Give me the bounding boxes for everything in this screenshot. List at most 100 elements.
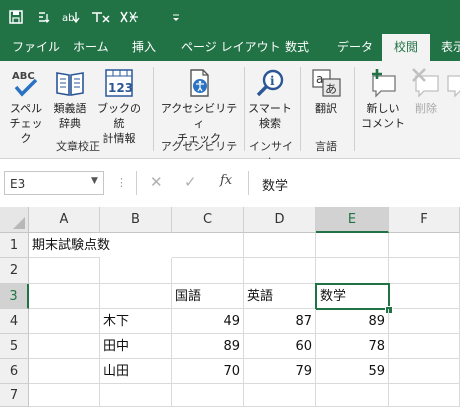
tab-home[interactable]: ホーム (73, 34, 109, 61)
row-header-6[interactable]: 6 (0, 359, 29, 384)
translate-button[interactable]: aあ 翻訳 (306, 67, 346, 116)
cell-d7[interactable] (244, 384, 316, 407)
cell-f2[interactable] (389, 258, 460, 284)
cell-c2[interactable] (172, 258, 244, 284)
name-box-dropdown-icon[interactable]: ▼ (91, 176, 98, 186)
new-comment-icon (367, 67, 399, 99)
cell-a3[interactable] (29, 284, 100, 309)
row-header-5[interactable]: 5 (0, 334, 29, 359)
tab-file[interactable]: ファイル (12, 34, 60, 61)
svg-text:123: 123 (108, 81, 133, 95)
cell-a5[interactable] (29, 334, 100, 359)
row-header-4[interactable]: 4 (0, 309, 29, 334)
formula-bar-grip-icon[interactable]: ⋮ (116, 176, 127, 189)
column-header-b[interactable]: B (100, 207, 172, 233)
row-header-3[interactable]: 3 (0, 284, 29, 309)
spreadsheet-grid: A B C D E F 1 2 3 4 5 6 7 期末試験点数 国語 英語 数… (0, 207, 460, 407)
cell-a6[interactable] (29, 359, 100, 384)
previous-comment-button[interactable] (446, 67, 460, 99)
column-header-e[interactable]: E (316, 207, 389, 233)
cell-d6[interactable]: 79 (244, 359, 316, 384)
cell-e5[interactable]: 78 (316, 334, 389, 359)
cell-e7[interactable] (316, 384, 389, 407)
cell-e2[interactable] (316, 258, 389, 284)
cell-f4[interactable] (389, 309, 460, 334)
cell-c1[interactable] (172, 233, 244, 258)
cell-c6[interactable]: 70 (172, 359, 244, 384)
format-icon[interactable]: ab (62, 9, 84, 25)
cell-a1[interactable]: 期末試験点数 (29, 233, 110, 258)
cell-f7[interactable] (389, 384, 460, 407)
enter-icon[interactable]: ✓ (184, 173, 197, 191)
tab-formulas[interactable]: 数式 (285, 34, 309, 61)
group-label-language: 言語 (315, 140, 337, 153)
cell-b6[interactable]: 山田 (100, 359, 172, 384)
column-header-f[interactable]: F (389, 207, 460, 233)
accessibility-label-1: アクセシビリティ (160, 102, 238, 130)
cell-b3[interactable] (100, 284, 172, 309)
tab-data[interactable]: データ (337, 34, 373, 61)
touch-mode-icon[interactable] (36, 9, 52, 25)
clear-icon[interactable] (90, 9, 112, 25)
column-header-d[interactable]: D (244, 207, 316, 233)
delete-comment-button[interactable]: 削除 (408, 67, 444, 116)
smart-lookup-button[interactable]: i スマート 検索 (248, 67, 292, 131)
cell-d1[interactable] (244, 233, 316, 258)
statistics-label-1: ブックの統 (97, 102, 141, 130)
column-header-c[interactable]: C (172, 207, 244, 233)
customize-icon[interactable] (168, 9, 184, 25)
new-comment-button[interactable]: 新しい コメント (360, 67, 406, 131)
cell-a2[interactable] (29, 258, 100, 284)
cell-d3[interactable]: 英語 (244, 284, 316, 309)
cancel-icon[interactable]: ✕ (150, 173, 163, 191)
group-separator (244, 67, 245, 151)
cell-a7[interactable] (29, 384, 100, 407)
row-header-7[interactable]: 7 (0, 384, 29, 407)
svg-text:あ: あ (325, 82, 337, 96)
row-header-2[interactable]: 2 (0, 258, 29, 284)
statistics-icon: 123 (103, 67, 135, 99)
cell-c4[interactable]: 49 (172, 309, 244, 334)
tab-page-layout[interactable]: ページ レイアウト (181, 34, 281, 61)
cell-d2[interactable] (244, 258, 316, 284)
cell-f3[interactable] (389, 284, 460, 309)
formula-bar: E3 ▼ ⋮ ✕ ✓ fx 数学 (0, 159, 460, 207)
cell-d5[interactable]: 60 (244, 334, 316, 359)
tab-review[interactable]: 校閲 (382, 34, 430, 61)
cell-b5[interactable]: 田中 (100, 334, 172, 359)
cell-b2[interactable] (100, 258, 172, 284)
save-icon[interactable] (8, 9, 24, 25)
cell-f1[interactable] (389, 233, 460, 258)
cell-c7[interactable] (172, 384, 244, 407)
group-label-proofing: 文章校正 (56, 140, 100, 153)
strikethrough-icon[interactable] (118, 9, 140, 25)
cell-b7[interactable] (100, 384, 172, 407)
select-all-button[interactable] (0, 207, 29, 233)
cell-e6[interactable]: 59 (316, 359, 389, 384)
row-header-1[interactable]: 1 (0, 233, 29, 258)
insert-function-icon[interactable]: fx (220, 173, 232, 188)
spelling-button[interactable]: ABC スペル チェック (6, 67, 46, 146)
column-header-a[interactable]: A (29, 207, 100, 233)
delete-comment-icon (410, 67, 442, 99)
cell-b4[interactable]: 木下 (100, 309, 172, 334)
svg-text:a: a (316, 72, 323, 86)
thesaurus-button[interactable]: 類義語 辞典 (50, 67, 90, 131)
cell-e1[interactable] (316, 233, 389, 258)
formula-input[interactable]: 数学 (262, 175, 288, 194)
workbook-statistics-button[interactable]: 123 ブックの統 計情報 (96, 67, 142, 146)
new-comment-label-2: コメント (361, 117, 405, 130)
cell-c5[interactable]: 89 (172, 334, 244, 359)
cell-e4[interactable]: 89 (316, 309, 389, 334)
cell-f5[interactable] (389, 334, 460, 359)
name-box[interactable]: E3 (4, 171, 104, 195)
tab-view[interactable]: 表示 (441, 34, 460, 61)
cell-c3[interactable]: 国語 (172, 284, 244, 309)
ribbon-tabs: ファイル ホーム 挿入 ページ レイアウト 数式 データ 校閲 表示 (0, 34, 460, 61)
cell-a4[interactable] (29, 309, 100, 334)
tab-insert[interactable]: 挿入 (132, 34, 156, 61)
check-accessibility-button[interactable]: アクセシビリティ チェック (158, 67, 240, 146)
cell-d4[interactable]: 87 (244, 309, 316, 334)
cell-e3[interactable]: 数学 (315, 283, 390, 310)
cell-f6[interactable] (389, 359, 460, 384)
